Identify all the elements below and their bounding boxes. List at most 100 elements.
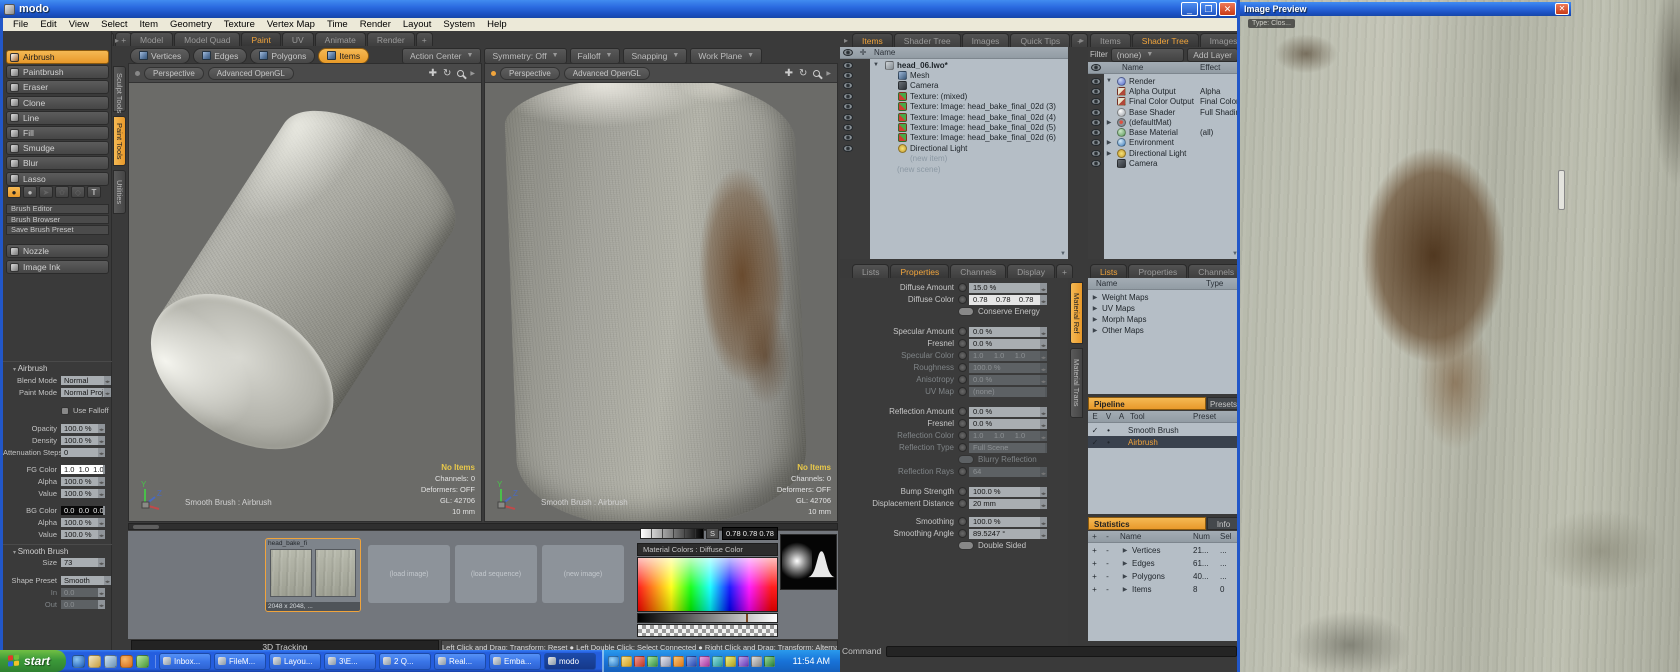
tray-icon[interactable] xyxy=(686,656,697,667)
add-selection-button[interactable]: + xyxy=(1088,572,1101,581)
ink-tool-button[interactable]: Nozzle xyxy=(6,244,109,258)
tray-icon[interactable] xyxy=(647,656,658,667)
item-row[interactable]: Mesh xyxy=(840,70,1068,80)
task-button[interactable]: Real... xyxy=(434,653,486,670)
eye-icon[interactable] xyxy=(843,145,853,152)
zoom-icon[interactable] xyxy=(457,70,464,77)
scrollbar-thumb[interactable] xyxy=(133,525,159,529)
layout-tab[interactable]: + xyxy=(416,32,433,46)
eye-icon[interactable] xyxy=(1091,78,1101,85)
eye-icon[interactable] xyxy=(1091,150,1101,157)
out-field[interactable]: 0.0 xyxy=(61,600,105,609)
bg-alpha-field[interactable]: 100.0 % xyxy=(61,518,105,527)
map-list-row[interactable]: ▶ Morph Maps xyxy=(1088,314,1240,325)
fg-value-field[interactable]: 100.0 % xyxy=(61,489,105,498)
viewport-renderer-button[interactable]: Advanced OpenGL xyxy=(564,67,650,80)
add-selection-button[interactable]: + xyxy=(1088,559,1101,568)
material-vertical-tab[interactable]: Material Trans xyxy=(1070,348,1083,418)
shader-row[interactable]: Camera xyxy=(1088,158,1240,168)
panel-tab[interactable]: Items xyxy=(1090,33,1131,47)
browser-icon[interactable] xyxy=(72,655,85,668)
rotate-icon[interactable]: ↻ xyxy=(443,68,451,79)
brush-link-button[interactable]: Brush Editor xyxy=(6,204,109,214)
hard-tip-icon[interactable]: ● xyxy=(23,186,37,198)
eye-icon[interactable] xyxy=(843,124,853,131)
command-input[interactable] xyxy=(886,646,1237,657)
channel-dot-icon[interactable] xyxy=(958,375,967,384)
eye-icon[interactable] xyxy=(1091,160,1101,167)
bg-value-field[interactable]: 100.0 % xyxy=(61,530,105,539)
eye-icon[interactable] xyxy=(843,93,853,100)
conserve-energy-checkbox[interactable] xyxy=(958,307,974,316)
clip-cell[interactable]: (load image) xyxy=(368,545,450,603)
panel-tab[interactable]: Display xyxy=(1007,264,1055,278)
shader-row[interactable]: ▶ Environment xyxy=(1088,138,1240,148)
opacity-field[interactable]: 100.0 % xyxy=(61,424,105,433)
component-mode-button[interactable]: Items xyxy=(318,48,369,64)
statistics-header[interactable]: Statistics xyxy=(1088,517,1206,530)
layout-tab[interactable]: Model Quad xyxy=(174,32,240,46)
tray-icon[interactable] xyxy=(660,656,671,667)
fg-color-field[interactable]: 1.0 1.0 1.0 xyxy=(61,465,105,474)
menu-item[interactable]: View xyxy=(64,19,94,30)
diffuse-color-field[interactable]: 0.78 0.78 0.78 xyxy=(969,295,1047,305)
expand-icon[interactable]: ▶ xyxy=(1088,316,1102,323)
text-tip-icon[interactable]: T xyxy=(87,186,101,198)
statistics-row[interactable]: + - ▶ Vertices 21... ... xyxy=(1088,544,1240,557)
task-button[interactable]: 2 Q... xyxy=(379,653,431,670)
shader-row[interactable]: ▼ Render xyxy=(1088,76,1240,86)
eye-icon[interactable] xyxy=(843,114,853,121)
map-list-row[interactable]: ▶ Other Maps xyxy=(1088,325,1240,336)
tray-icon[interactable] xyxy=(699,656,710,667)
tray-icon[interactable] xyxy=(608,656,619,667)
remove-selection-button[interactable]: - xyxy=(1101,585,1114,594)
panel-tab[interactable]: Channels xyxy=(1188,264,1244,278)
layout-tab[interactable]: Animate xyxy=(315,32,366,46)
panel-tab[interactable]: Properties xyxy=(890,264,949,278)
channel-dot-icon[interactable] xyxy=(958,387,967,396)
eye-icon[interactable] xyxy=(1091,98,1101,105)
tray-icon[interactable] xyxy=(673,656,684,667)
item-row[interactable]: Texture: Image: head_bake_final_02d (4) xyxy=(840,112,1068,122)
viewport-type-button[interactable]: Perspective xyxy=(144,67,204,80)
menu-item[interactable]: Texture xyxy=(219,19,260,30)
item-row[interactable]: Texture: Image: head_bake_final_02d (5) xyxy=(840,122,1068,132)
pan-icon[interactable]: ✚ xyxy=(785,68,793,79)
panel-tab[interactable]: Properties xyxy=(1128,264,1187,278)
expand-icon[interactable]: ▶ xyxy=(1088,327,1102,334)
sidebar-vertical-tab[interactable]: Sculpt Tools xyxy=(113,66,126,112)
channel-dot-icon[interactable] xyxy=(958,467,967,476)
list-scroll-icon[interactable]: ▼ xyxy=(1060,251,1066,257)
item-row[interactable]: (new item) xyxy=(840,154,1068,164)
eye-icon[interactable] xyxy=(843,103,853,110)
fg-alpha-field[interactable]: 100.0 % xyxy=(61,477,105,486)
channel-dot-icon[interactable] xyxy=(958,499,967,508)
density-field[interactable]: 100.0 % xyxy=(61,436,105,445)
item-row[interactable]: Camera xyxy=(840,81,1068,91)
expand-icon[interactable]: ▼ xyxy=(1104,78,1114,84)
menu-item[interactable]: Geometry xyxy=(165,19,217,30)
map-list-row[interactable]: ▶ Weight Maps xyxy=(1088,292,1240,303)
add-selection-button[interactable]: + xyxy=(1088,546,1101,555)
start-button[interactable]: start xyxy=(0,650,66,672)
statistics-row[interactable]: + - ▶ Polygons 40... ... xyxy=(1088,570,1240,583)
paint-mode-select[interactable]: Normal Proj ... xyxy=(61,388,111,397)
reflection-amount-field[interactable]: 0.0 % xyxy=(969,407,1047,417)
viewport-menu-icon[interactable]: ▶ xyxy=(826,70,831,77)
tray-icon[interactable] xyxy=(634,656,645,667)
shader-row[interactable]: Final Color Output Final Color xyxy=(1088,97,1240,107)
sidebar-vertical-tab[interactable]: Utilities xyxy=(113,170,126,214)
task-button[interactable]: Layou... xyxy=(269,653,321,670)
panel-tab-arrow-icon[interactable]: ▸ xyxy=(841,36,851,47)
expand-icon[interactable]: ▶ xyxy=(1088,305,1102,312)
panel-tab[interactable]: Lists xyxy=(852,264,889,278)
tray-icon[interactable] xyxy=(751,656,762,667)
filter-select[interactable]: (none)▼ xyxy=(1111,48,1184,62)
channel-dot-icon[interactable] xyxy=(958,339,967,348)
channel-dot-icon[interactable] xyxy=(958,351,967,360)
tray-icon[interactable] xyxy=(764,656,775,667)
ink-tool-button[interactable]: Image Ink xyxy=(6,260,109,274)
panel-tab[interactable]: Quick Tips xyxy=(1010,33,1070,47)
in-field[interactable]: 0.0 xyxy=(61,588,105,597)
remove-selection-button[interactable]: - xyxy=(1101,546,1114,555)
